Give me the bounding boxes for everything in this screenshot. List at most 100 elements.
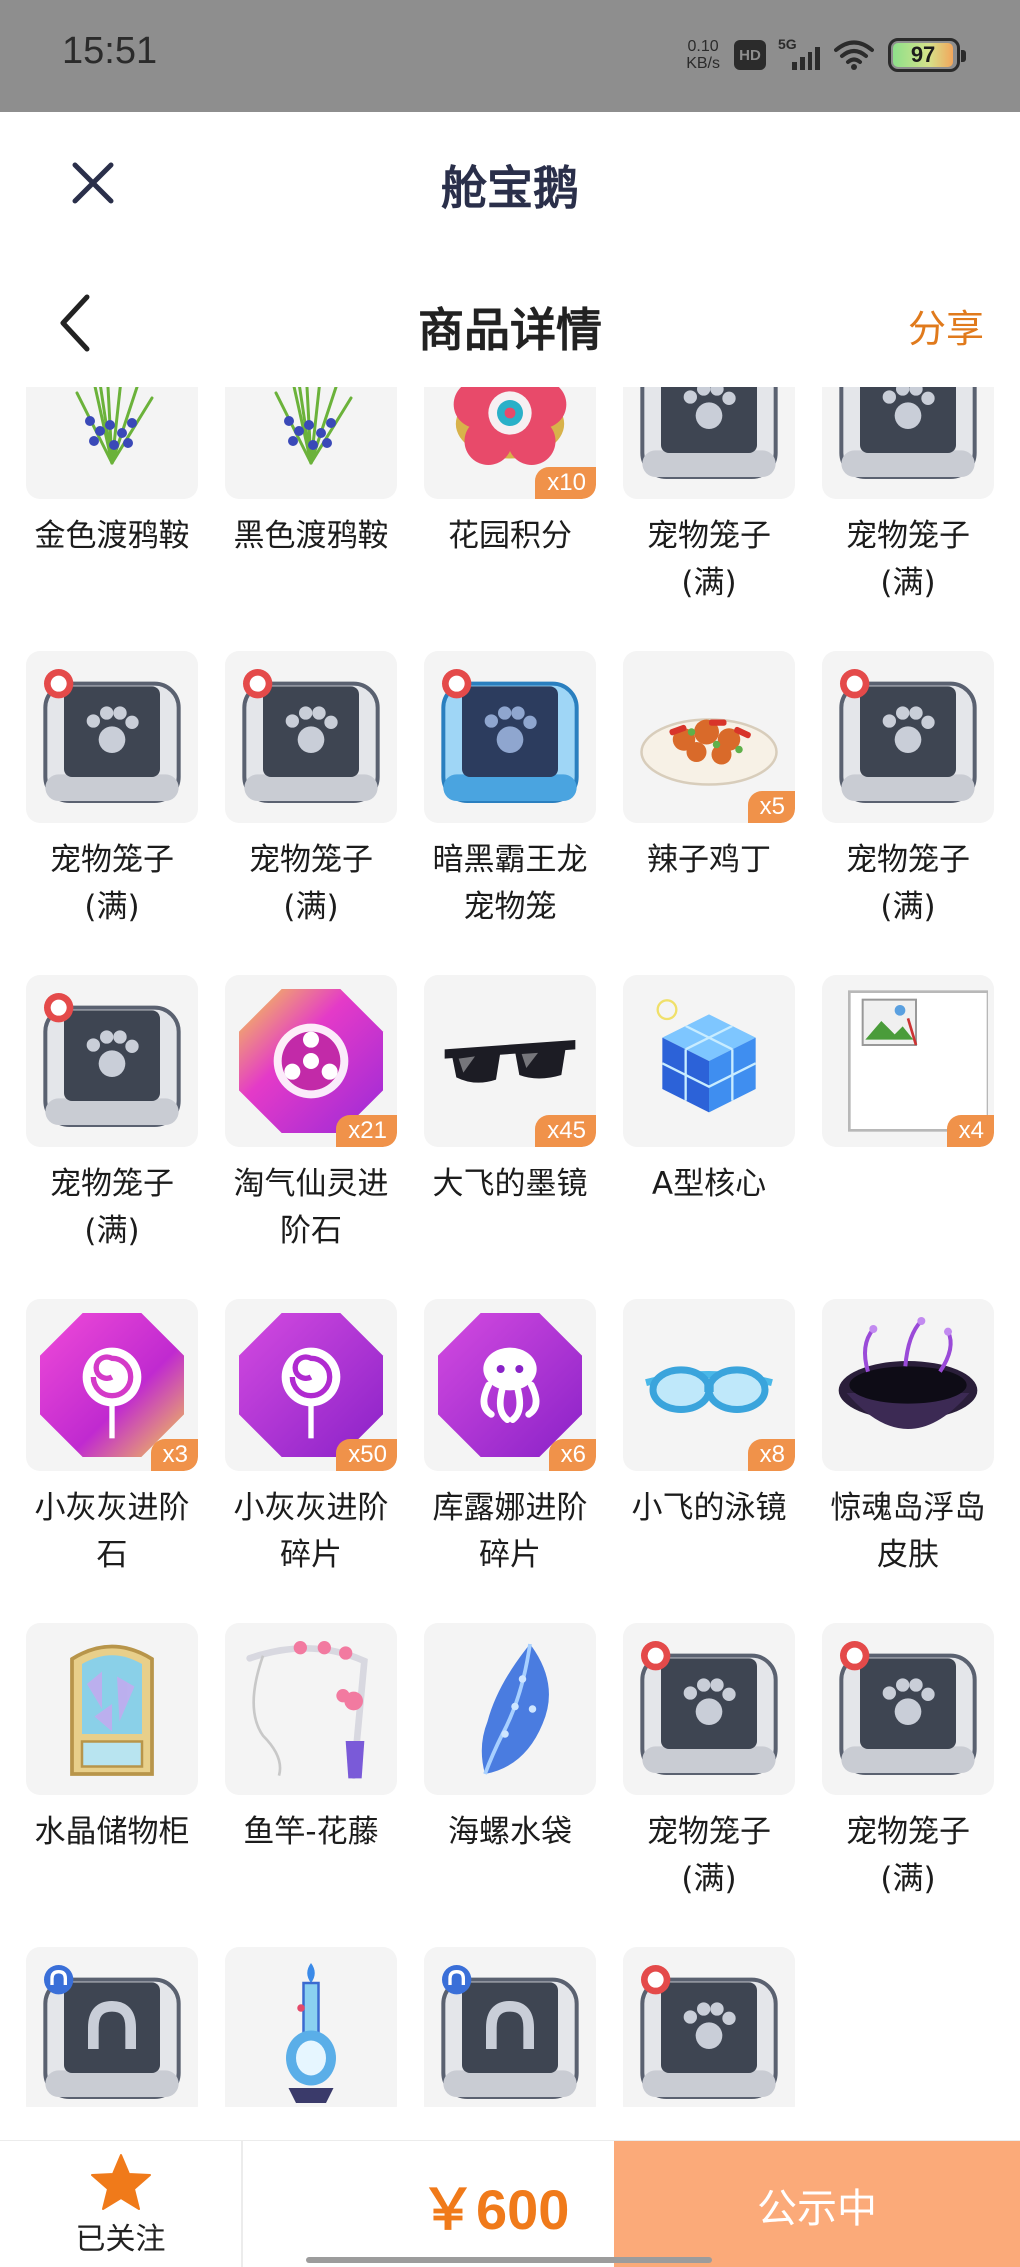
quantity-badge: x10 <box>535 467 596 499</box>
quantity-badge: x50 <box>336 1439 397 1471</box>
item-thumbnail: x10 <box>424 387 596 499</box>
item-thumbnail <box>623 975 795 1147</box>
mount-cage-icon <box>430 1953 590 2107</box>
item-card[interactable]: 金色渡鸦鞍 <box>26 387 198 607</box>
status-button[interactable]: 公示中 <box>614 2141 1020 2267</box>
network-speed: 0.10 KB/s <box>686 38 720 72</box>
follow-label: 已关注 <box>75 2221 166 2257</box>
item-name: 黑色渡鸦鞍 <box>233 518 389 554</box>
sunglasses-icon <box>440 991 580 1131</box>
item-thumbnail <box>26 651 198 823</box>
item-card[interactable]: 坐骑笼子(满) <box>26 1947 198 2107</box>
item-card[interactable]: 海螺水袋 <box>424 1623 596 1903</box>
item-card[interactable]: x45 大飞的墨镜 <box>424 975 596 1255</box>
item-thumbnail <box>822 1623 994 1795</box>
item-thumbnail: x4 <box>822 975 994 1147</box>
item-name: 宠物笼子(满) <box>647 1814 771 1897</box>
item-card[interactable]: 宠物笼子(满) <box>623 1623 795 1903</box>
status-icons: 0.10 KB/s HD 5G 97 <box>686 30 966 80</box>
item-card[interactable]: x6 库露娜进阶碎片 <box>424 1299 596 1579</box>
floating-island-icon <box>828 1305 988 1465</box>
item-name: 小灰灰进阶石 <box>34 1490 190 1573</box>
item-name: 宠物笼子(满) <box>249 842 373 925</box>
item-card[interactable]: x50 小灰灰进阶碎片 <box>225 1299 397 1579</box>
item-thumbnail <box>225 1947 397 2107</box>
item-card[interactable]: x8 小飞的泳镜 <box>623 1299 795 1579</box>
pet-cage-icon <box>32 981 192 1141</box>
item-name: 小飞的泳镜 <box>631 1490 787 1526</box>
item-thumbnail <box>26 387 198 499</box>
grass-icon <box>251 387 371 473</box>
item-card[interactable]: 宠物笼子(满) <box>623 387 795 607</box>
mini-app-bar: 舱宝鹅 <box>0 112 1020 252</box>
item-card[interactable]: 宠物笼子(满) <box>822 1623 994 1903</box>
flower-badge-icon <box>445 387 575 478</box>
item-thumbnail <box>424 651 596 823</box>
item-thumbnail: x6 <box>424 1299 596 1471</box>
item-name: 宠物笼子(满) <box>846 518 970 601</box>
item-card[interactable]: 宠物笼子(满) <box>822 651 994 931</box>
item-thumbnail <box>424 1947 596 2107</box>
hd-icon: HD <box>734 40 766 70</box>
follow-button[interactable]: 已关注 <box>0 2141 243 2267</box>
item-name: 宠物笼子(满) <box>50 842 174 925</box>
item-card[interactable]: x3 小灰灰进阶石 <box>26 1299 198 1579</box>
item-card[interactable]: 宠物笼子(满) <box>26 651 198 931</box>
item-name: 辣子鸡丁 <box>647 842 771 878</box>
blue-pet-cage-icon <box>430 657 590 817</box>
item-name: 鱼竿-花藤 <box>243 1814 379 1850</box>
system-status-bar: 15:51 0.10 KB/s HD 5G 97 <box>0 0 1020 112</box>
item-card[interactable]: 宠物笼子(满) <box>225 651 397 931</box>
item-card[interactable]: x21 淘气仙灵进阶石 <box>225 975 397 1255</box>
fishing-rod-icon <box>231 1629 391 1789</box>
item-card[interactable]: 暗黑霸王龙宠物笼 <box>424 651 596 931</box>
item-card[interactable]: 宠物笼子(满) <box>623 1947 795 2107</box>
item-card[interactable]: 鱼竿-花藤 <box>225 1623 397 1903</box>
item-card[interactable]: A型核心 <box>623 975 795 1255</box>
item-grid-scroll[interactable]: 金色渡鸦鞍 黑色渡鸦鞍 x10 花园积分 宠物笼子(满) 宠物笼子(满) 宠物笼… <box>0 387 1020 2107</box>
item-card[interactable]: 惊魂岛浮岛皮肤 <box>822 1299 994 1579</box>
bottom-action-bar: 已关注 ￥600 公示中 <box>0 2140 1020 2267</box>
share-button[interactable]: 分享 <box>908 298 984 353</box>
quantity-badge: x5 <box>747 791 795 823</box>
network-speed-unit: KB/s <box>686 55 720 72</box>
page-header: 商品详情 分享 <box>0 252 1020 387</box>
home-indicator[interactable] <box>306 2257 712 2263</box>
item-thumbnail <box>623 1623 795 1795</box>
quantity-badge: x21 <box>336 1115 397 1147</box>
grass-icon <box>52 387 172 473</box>
item-thumbnail: x3 <box>26 1299 198 1471</box>
item-card[interactable]: x4 <box>822 975 994 1255</box>
item-card[interactable]: 黑色渡鸦鞍 <box>225 387 397 607</box>
item-thumbnail <box>26 1623 198 1795</box>
pet-cage-icon <box>629 387 789 493</box>
item-name: 宠物笼子(满) <box>50 1166 174 1249</box>
item-card[interactable]: 水袋-水晶瓶 <box>225 1947 397 2107</box>
price: ￥600 <box>420 2178 570 2241</box>
item-name: A型核心 <box>651 1166 767 1202</box>
status-time: 15:51 <box>62 30 158 72</box>
item-thumbnail <box>225 651 397 823</box>
conch-icon <box>435 1634 585 1784</box>
item-thumbnail: x21 <box>225 975 397 1147</box>
item-name: 暗黑霸王龙宠物笼 <box>432 842 588 925</box>
item-name: 花园积分 <box>448 518 572 554</box>
item-thumbnail <box>225 1623 397 1795</box>
item-card[interactable]: 水晶储物柜 <box>26 1623 198 1903</box>
app-title: 舱宝鹅 <box>441 161 579 215</box>
item-name: 宠物笼子(满) <box>647 518 771 601</box>
item-name: 淘气仙灵进阶石 <box>233 1166 389 1249</box>
item-card[interactable]: 宠物笼子(满) <box>822 387 994 607</box>
pet-cage-icon <box>629 1629 789 1789</box>
item-name: 小灰灰进阶碎片 <box>233 1490 389 1573</box>
item-card[interactable]: 宠物笼子(满) <box>26 975 198 1255</box>
page-title: 商品详情 <box>418 303 602 357</box>
item-card[interactable]: 坐骑笼子(满) <box>424 1947 596 2107</box>
quantity-badge: x45 <box>535 1115 596 1147</box>
item-name: 宠物笼子(满) <box>846 842 970 925</box>
item-thumbnail: x5 <box>623 651 795 823</box>
item-thumbnail: x45 <box>424 975 596 1147</box>
item-card[interactable]: x10 花园积分 <box>424 387 596 607</box>
pet-cage-icon <box>32 657 192 817</box>
item-card[interactable]: x5 辣子鸡丁 <box>623 651 795 931</box>
